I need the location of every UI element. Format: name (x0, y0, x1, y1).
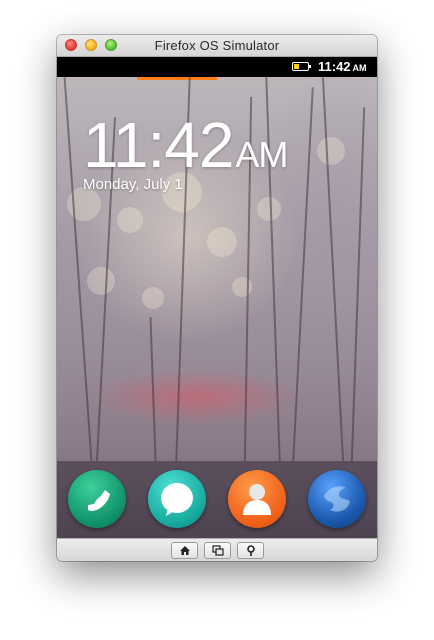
contacts-app-icon[interactable] (228, 470, 286, 528)
status-ampm: AM (352, 63, 367, 73)
phone-icon (88, 490, 110, 511)
messages-icon (161, 483, 193, 516)
contacts-icon (243, 484, 271, 515)
messages-app-icon[interactable] (148, 470, 206, 528)
clock-time: 11:42 (83, 109, 234, 181)
battery-level (294, 64, 299, 69)
app-dock (57, 461, 377, 538)
browser-app-icon[interactable] (308, 470, 366, 528)
lockscreen[interactable]: 11:42AM Monday, July 1 (57, 77, 377, 538)
simulator-toolbar (57, 538, 377, 561)
status-time-value: 11:42 (318, 59, 351, 74)
home-icon (180, 546, 190, 555)
window-title: Firefox OS Simulator (154, 38, 280, 53)
status-clock: 11:42 AM (318, 59, 367, 74)
location-button[interactable] (237, 542, 264, 559)
phone-app-icon[interactable] (68, 470, 126, 528)
card-view-icon (212, 545, 224, 556)
battery-icon (292, 62, 311, 71)
home-button[interactable] (171, 542, 198, 559)
card-view-button[interactable] (204, 542, 231, 559)
browser-icon (324, 486, 350, 512)
location-icon (247, 545, 255, 556)
phone-status-bar: 11:42 AM (57, 57, 377, 77)
lockscreen-date: Monday, July 1 (83, 176, 183, 193)
lockscreen-clock: 11:42AM (83, 113, 288, 177)
simulator-window: Firefox OS Simulator 11:42 AM 11:42AM Mo… (57, 35, 377, 561)
clock-ampm: AM (235, 134, 288, 175)
title-bar[interactable]: Firefox OS Simulator (57, 35, 377, 57)
lockscreen-indicator (137, 77, 217, 80)
